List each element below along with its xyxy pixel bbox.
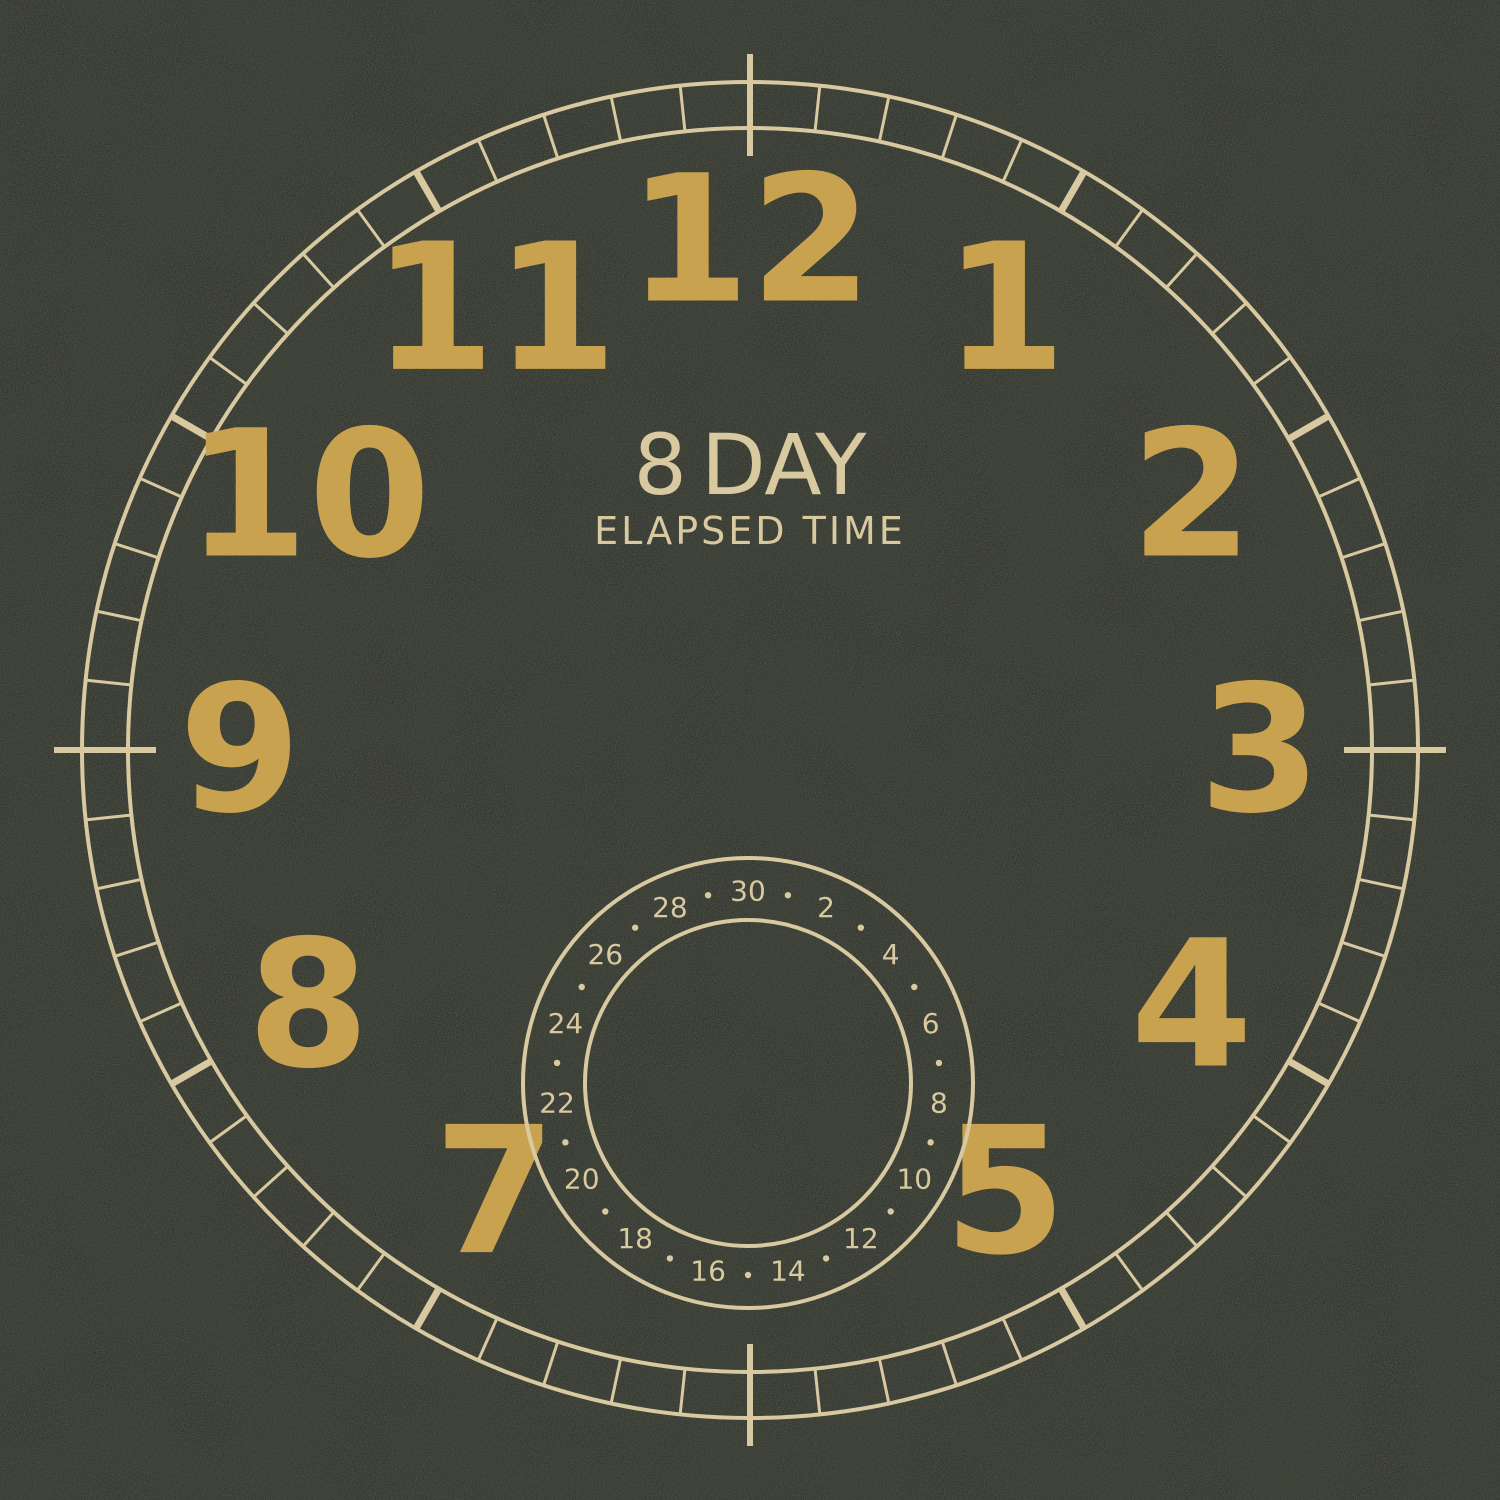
subdial-dot: [666, 1255, 674, 1262]
subdial-dot: [553, 1059, 561, 1067]
brand-number: 8: [634, 416, 687, 514]
subdial-number-30: 30: [730, 875, 766, 908]
hour-numeral-5: 5: [944, 1089, 1066, 1294]
brand-elapsed-time: ELAPSED TIME: [594, 509, 906, 553]
subdial-number-26: 26: [587, 938, 623, 971]
clock-dial: 12 1 2 3 4 5 7 8 9 10 11 8 DAY ELAPSED TIME 30 2 4 6 8 1…: [0, 0, 1500, 1500]
subdial-number-16: 16: [690, 1254, 726, 1287]
subdial-dot: [784, 891, 792, 899]
subdial-number-18: 18: [617, 1222, 653, 1255]
subdial-number-14: 14: [770, 1254, 806, 1287]
subdial-dot: [744, 1271, 752, 1279]
subdial-dot: [704, 891, 712, 899]
subdial-dot: [857, 924, 865, 931]
hour-numeral-2: 2: [1130, 393, 1252, 598]
subdial-dot: [602, 1208, 609, 1215]
subdial-number-6: 6: [922, 1007, 940, 1040]
brand-block: 8 DAY ELAPSED TIME: [594, 416, 906, 553]
subdial-number-24: 24: [548, 1007, 584, 1040]
subdial-number-4: 4: [882, 938, 900, 971]
hour-numeral-12: 12: [628, 138, 873, 343]
hour-numeral-7: 7: [434, 1089, 556, 1294]
subdial-dot: [935, 1059, 943, 1067]
brand-eight-day: 8 DAY: [634, 416, 868, 514]
hour-numeral-9: 9: [179, 648, 301, 853]
subdial-dot: [822, 1255, 830, 1262]
hour-numeral-8: 8: [247, 903, 369, 1108]
hour-numeral-3: 3: [1199, 648, 1321, 853]
subdial-number-10: 10: [896, 1163, 932, 1196]
dial-graphic: 12 123457891011 8 DAY ELAPSED TIME 3024681…: [0, 0, 1500, 1500]
subdial-dot: [887, 1208, 894, 1215]
hour-numeral-11: 11: [373, 206, 618, 411]
brand-word: DAY: [701, 416, 867, 514]
subdial-dot: [927, 1139, 934, 1146]
subdial-dot: [562, 1139, 569, 1146]
subdial-number-28: 28: [652, 891, 688, 924]
subdial-number-20: 20: [564, 1163, 600, 1196]
hour-numeral-1: 1: [944, 206, 1066, 411]
subdial-number-12: 12: [843, 1222, 879, 1255]
hour-numeral-10: 10: [186, 393, 431, 598]
subdial-number-8: 8: [930, 1087, 948, 1120]
subdial-number-22: 22: [539, 1087, 575, 1120]
subdial-dot: [578, 983, 585, 991]
subdial-dot: [911, 983, 918, 991]
subdial-number-2: 2: [817, 891, 835, 924]
hour-numeral-4: 4: [1130, 903, 1252, 1108]
subdial-dot: [631, 924, 639, 931]
